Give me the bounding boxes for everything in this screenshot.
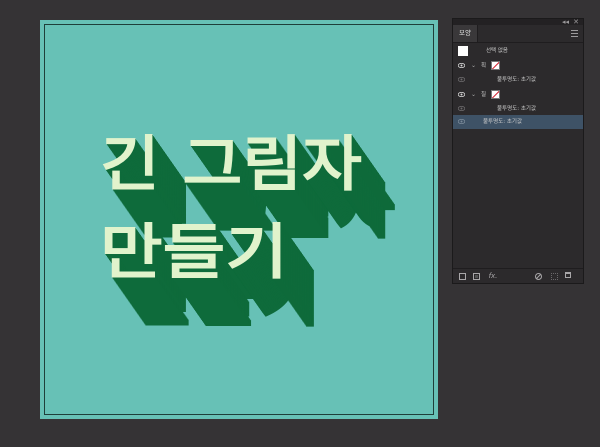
visibility-eye-icon[interactable] (458, 63, 465, 68)
clear-appearance-icon[interactable] (535, 273, 542, 280)
stroke-row[interactable]: ⌄ 획 (453, 59, 583, 73)
chevron-down-icon[interactable]: ⌄ (471, 59, 476, 73)
object-row[interactable]: 선택 없음 (453, 44, 583, 58)
duplicate-item-icon[interactable] (551, 273, 558, 280)
visibility-eye-icon[interactable] (458, 119, 465, 124)
object-opacity-row[interactable]: 불투명도: 초기값 (453, 115, 583, 129)
visibility-eye-icon[interactable] (458, 77, 465, 82)
object-thumbnail (458, 46, 468, 56)
panel-footer: fx. (453, 268, 583, 283)
headline-line-1: 긴 그림자 (100, 130, 362, 200)
fill-opacity-row[interactable]: 불투명도: 초기값 (453, 102, 583, 116)
delete-item-icon[interactable] (565, 272, 571, 278)
add-fill-icon[interactable] (473, 273, 480, 280)
panel-menu-icon[interactable] (571, 30, 578, 37)
fill-label: 칠 (481, 92, 487, 98)
tab-appearance[interactable]: 모양 (453, 25, 478, 42)
stroke-opacity-row[interactable]: 불투명도: 초기값 (453, 73, 583, 87)
chevron-down-icon[interactable]: ⌄ (471, 88, 476, 102)
fill-row[interactable]: ⌄ 칠 (453, 88, 583, 102)
artboard[interactable]: 긴 그림자 긴 그림자 긴 그림자 긴 그림자 긴 그림자 긴 그림자 긴 그림자 긴 그림자… (40, 20, 438, 419)
panel-header: 모양 (453, 25, 583, 43)
artwork[interactable]: 긴 그림자긴 그림자긴 그림자긴 그림자긴 그림자긴 그림자긴 그림자긴 그림자… (40, 20, 438, 419)
opacity-label[interactable]: 불투명도: 초기값 (497, 102, 536, 116)
opacity-label[interactable]: 불투명도: 초기값 (497, 73, 536, 87)
object-label: 선택 없음 (486, 48, 508, 54)
add-stroke-icon[interactable] (459, 273, 466, 280)
no-color-swatch[interactable] (491, 90, 500, 99)
stroke-label: 획 (481, 63, 487, 69)
headline-line-2: 만들기 (100, 218, 288, 288)
fx-icon[interactable]: fx. (487, 272, 499, 280)
no-color-swatch[interactable] (491, 61, 500, 70)
visibility-eye-icon[interactable] (458, 106, 465, 111)
visibility-eye-icon[interactable] (458, 92, 465, 97)
opacity-label[interactable]: 불투명도: 초기값 (483, 115, 522, 129)
appearance-panel: ◂◂ ✕ 모양 선택 없음 ⌄ 획 불투명도: 초기값 ⌄ 칠 불투명도: 초기… (452, 18, 584, 284)
